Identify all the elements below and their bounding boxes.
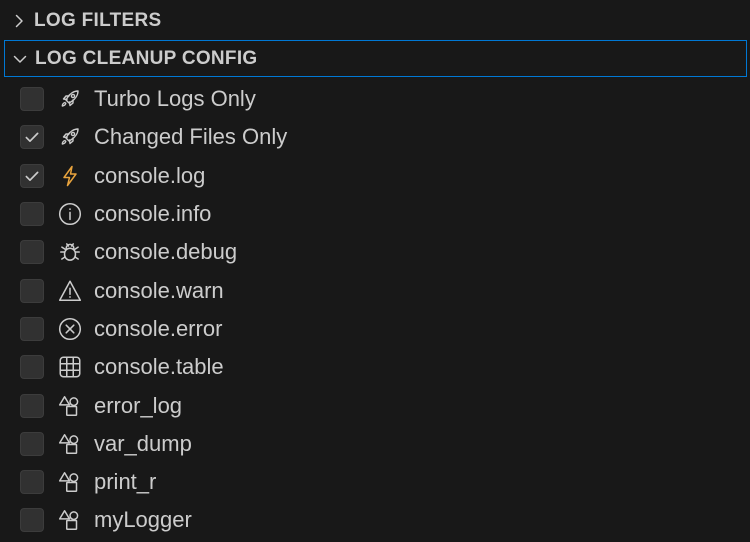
list-item[interactable]: Turbo Logs Only bbox=[0, 80, 750, 118]
list-item[interactable]: error_log bbox=[0, 386, 750, 424]
checkmark-icon bbox=[25, 171, 39, 181]
item-label: console.info bbox=[94, 201, 212, 227]
list-item[interactable]: console.warn bbox=[0, 271, 750, 309]
bug-icon bbox=[56, 238, 84, 266]
shapes-icon bbox=[56, 430, 84, 458]
list-item[interactable]: console.table bbox=[0, 348, 750, 386]
warning-icon bbox=[56, 277, 84, 305]
item-label: error_log bbox=[94, 392, 183, 418]
checkbox[interactable] bbox=[20, 316, 44, 341]
section-header-log-filters[interactable]: LOG FILTERS bbox=[4, 2, 747, 40]
item-label: Turbo Logs Only bbox=[94, 86, 256, 112]
lightning-icon bbox=[56, 162, 84, 190]
list-item[interactable]: print_r bbox=[0, 463, 750, 501]
item-label: console.warn bbox=[94, 277, 224, 303]
checkbox[interactable] bbox=[20, 240, 44, 265]
checkbox[interactable] bbox=[20, 278, 44, 303]
item-label: console.log bbox=[94, 162, 206, 188]
item-label: print_r bbox=[94, 469, 157, 495]
list-item[interactable]: console.log bbox=[0, 157, 750, 195]
list-item[interactable]: console.error bbox=[0, 310, 750, 348]
section-title: LOG FILTERS bbox=[34, 10, 162, 31]
section-title: LOG CLEANUP CONFIG bbox=[35, 47, 258, 69]
item-label: myLogger bbox=[94, 507, 192, 533]
chevron-right-icon bbox=[4, 3, 34, 39]
list-item[interactable]: console.debug bbox=[0, 233, 750, 271]
item-label: var_dump bbox=[94, 430, 192, 456]
shapes-icon bbox=[56, 506, 84, 534]
checkbox[interactable] bbox=[20, 470, 44, 495]
chevron-down-icon bbox=[5, 41, 35, 77]
item-label: Changed Files Only bbox=[94, 124, 288, 150]
table-icon bbox=[56, 353, 84, 381]
checkbox[interactable] bbox=[20, 393, 44, 418]
item-label: console.error bbox=[94, 315, 223, 341]
cleanup-options-list: Turbo Logs Only Changed Files Only console… bbox=[0, 80, 750, 540]
checkbox[interactable] bbox=[20, 87, 44, 112]
sidebar-panel: LOG FILTERS LOG CLEANUP CONFIG Turbo Log… bbox=[0, 0, 750, 542]
checkbox[interactable] bbox=[20, 355, 44, 380]
list-item[interactable]: console.info bbox=[0, 195, 750, 233]
item-label: console.table bbox=[94, 354, 224, 380]
shapes-icon bbox=[56, 392, 84, 420]
checkmark-icon bbox=[25, 132, 39, 143]
error-icon bbox=[56, 315, 84, 343]
list-item[interactable]: Changed Files Only bbox=[0, 118, 750, 156]
section-header-log-cleanup-config[interactable]: LOG CLEANUP CONFIG bbox=[4, 40, 747, 77]
rocket-icon bbox=[56, 123, 84, 151]
rocket-icon bbox=[56, 85, 84, 113]
item-label: console.debug bbox=[94, 239, 238, 265]
checkbox[interactable] bbox=[20, 125, 44, 150]
shapes-icon bbox=[56, 468, 84, 496]
checkbox[interactable] bbox=[20, 163, 44, 188]
list-item[interactable]: myLogger bbox=[0, 501, 750, 539]
info-icon bbox=[56, 200, 84, 228]
checkbox[interactable] bbox=[20, 202, 44, 227]
list-item[interactable]: var_dump bbox=[0, 425, 750, 463]
checkbox[interactable] bbox=[20, 508, 44, 533]
checkbox[interactable] bbox=[20, 431, 44, 456]
